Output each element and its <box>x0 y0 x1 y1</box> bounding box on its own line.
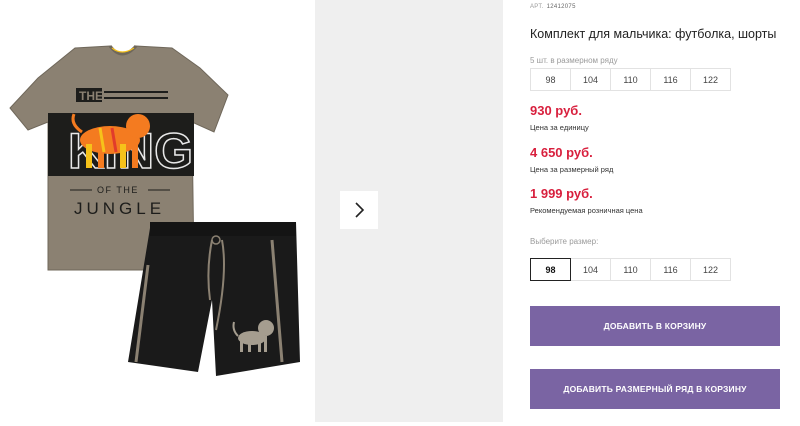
sku-value: 12412075 <box>546 4 576 10</box>
retail-price-note: Рекомендуемая розничная цена <box>530 206 643 215</box>
product-title: Комплект для мальчика: футболка, шорты <box>530 27 777 41</box>
add-pack-to-cart-button[interactable]: ДОБАВИТЬ РАЗМЕРНЫЙ РЯД В КОРЗИНУ <box>530 369 780 409</box>
pack-size-item: 110 <box>610 68 651 91</box>
unit-price: 930 руб. <box>530 103 582 118</box>
size-option-122[interactable]: 122 <box>690 258 731 281</box>
unit-price-note: Цена за единицу <box>530 123 589 132</box>
product-image[interactable]: THE KING OF THE JUNGLE <box>0 0 315 426</box>
product-illustration: THE KING OF THE JUNGLE <box>9 44 300 376</box>
pack-size-item: 104 <box>570 68 611 91</box>
pack-size-label: 5 шт. в размерном ряду <box>530 56 618 65</box>
product-page: THE KING OF THE JUNGLE АРТ. 12412075 Ком… <box>0 0 800 426</box>
product-sku: АРТ. 12412075 <box>530 4 576 10</box>
svg-text:OF THE: OF THE <box>97 185 139 195</box>
add-to-cart-button[interactable]: ДОБАВИТЬ В КОРЗИНУ <box>530 306 780 346</box>
pack-price-note: Цена за размерный ряд <box>530 165 614 174</box>
size-option-110[interactable]: 110 <box>610 258 651 281</box>
retail-price: 1 999 руб. <box>530 186 593 201</box>
pack-size-item: 98 <box>530 68 571 91</box>
chevron-right-icon <box>355 202 365 218</box>
size-selector: 98 104 110 116 122 <box>530 258 731 281</box>
pack-size-item: 116 <box>650 68 691 91</box>
svg-text:JUNGLE: JUNGLE <box>74 199 165 218</box>
gallery-next-button[interactable] <box>340 191 378 229</box>
sku-label: АРТ. <box>530 4 544 10</box>
pack-price: 4 650 руб. <box>530 145 593 160</box>
pack-size-list: 98 104 110 116 122 <box>530 68 731 91</box>
svg-text:THE: THE <box>79 89 103 103</box>
size-select-label: Выберите размер: <box>530 237 599 246</box>
size-option-104[interactable]: 104 <box>570 258 611 281</box>
size-option-116[interactable]: 116 <box>650 258 691 281</box>
size-option-98[interactable]: 98 <box>530 258 571 281</box>
pack-size-item: 122 <box>690 68 731 91</box>
